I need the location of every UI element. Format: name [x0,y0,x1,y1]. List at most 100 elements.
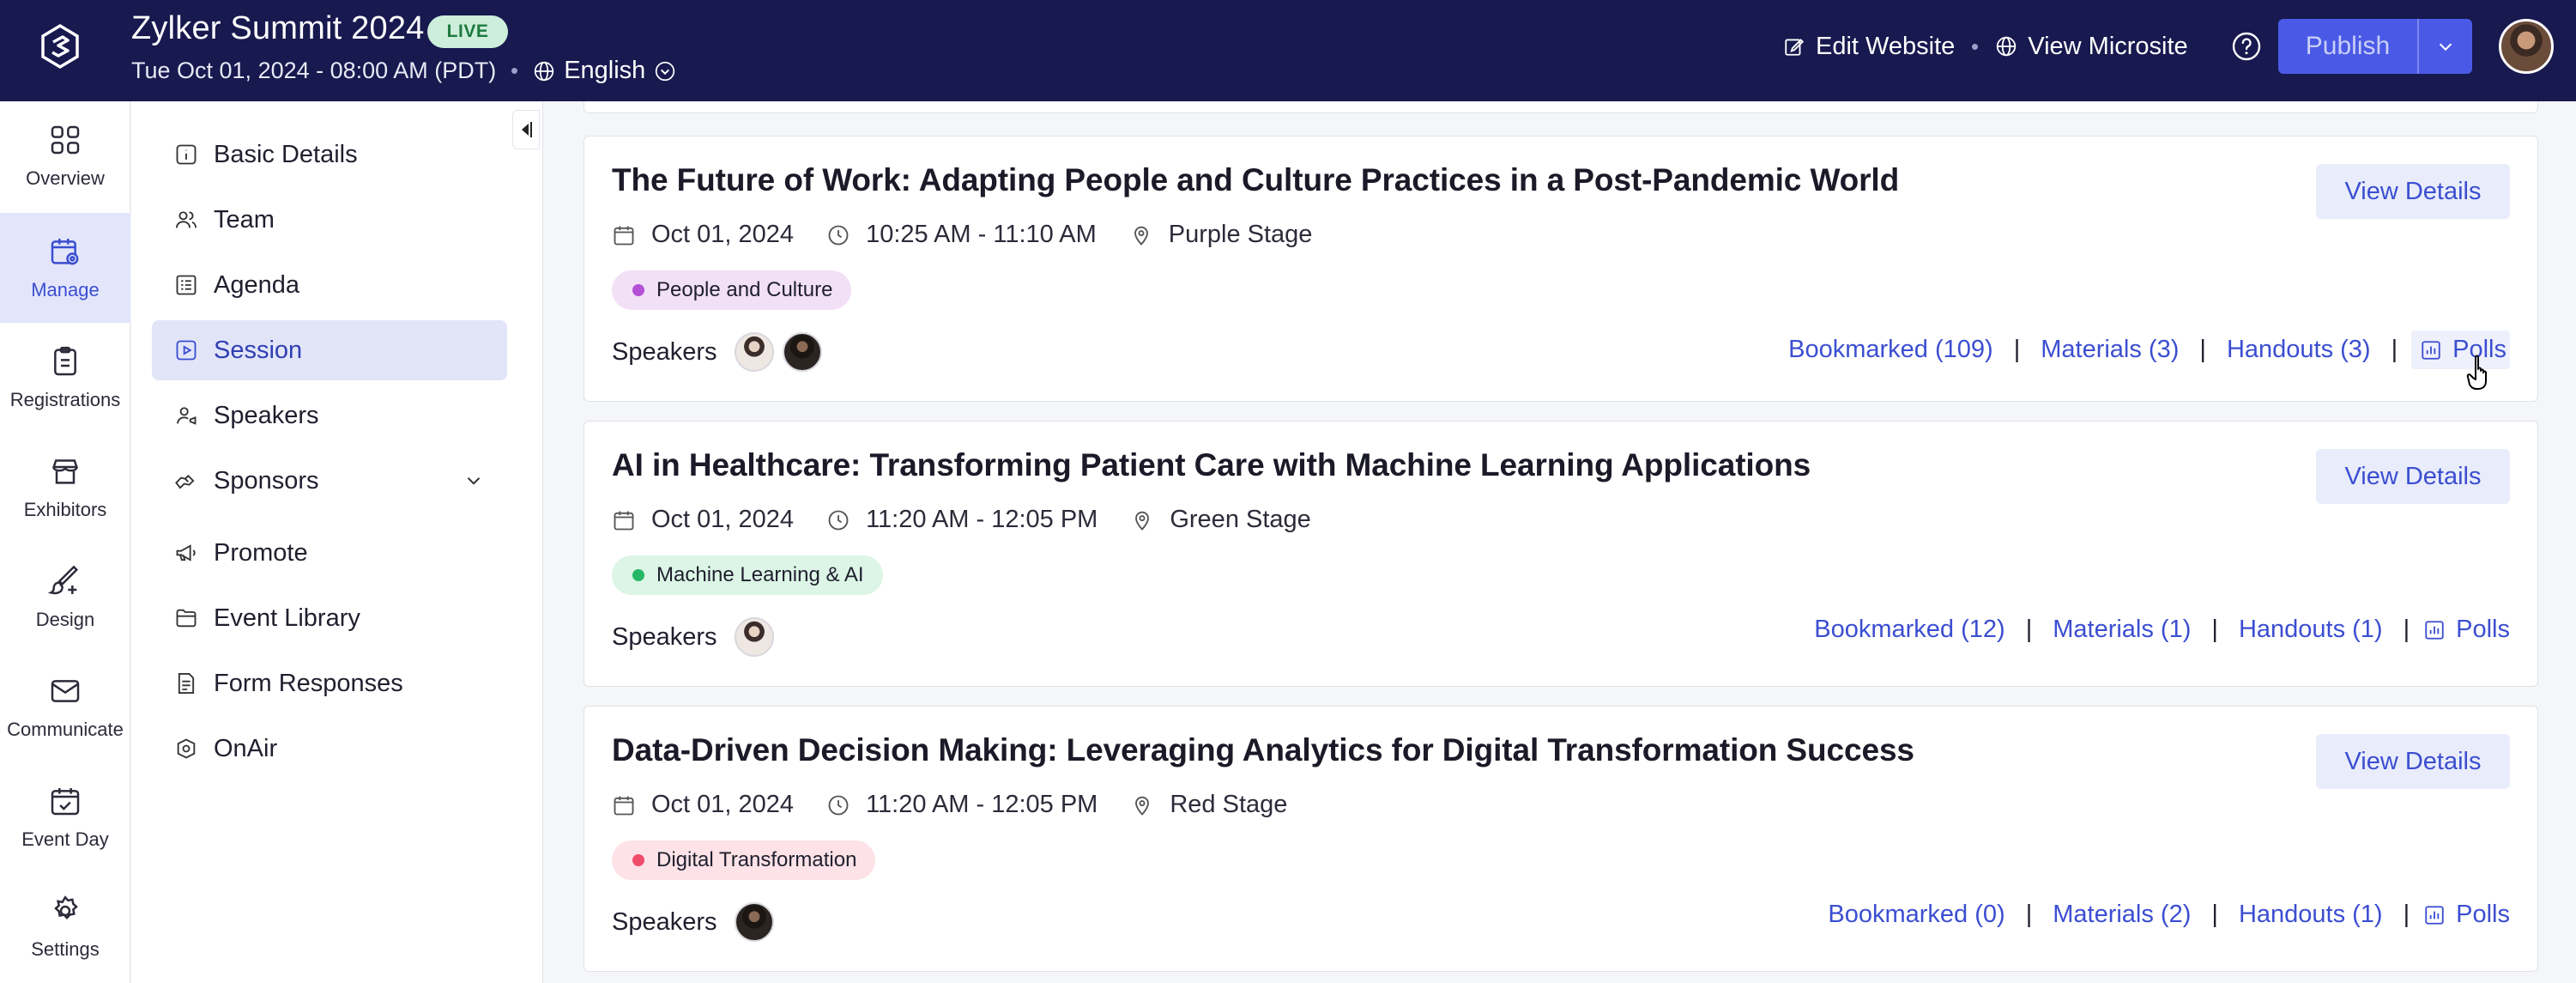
session-stage: Purple Stage [1129,221,1313,249]
rail-item-registrations[interactable]: Registrations [0,323,130,433]
nav-item-agenda[interactable]: Agenda [152,255,507,315]
primary-icon-rail: Overview Manage Registrations Exhibitors… [0,101,130,983]
calendar-icon [614,796,634,815]
onair-icon [177,738,196,759]
calendar-gear-icon [51,239,79,265]
rail-item-design[interactable]: Design [0,543,130,652]
megaphone-icon [176,544,196,561]
location-pin-icon [1135,511,1150,531]
collapse-sidebar-button[interactable] [512,110,540,149]
session-time: 11:20 AM - 12:05 PM [826,506,1098,534]
rail-item-settings[interactable]: Settings [0,872,130,982]
nav-label: OnAir [214,734,278,762]
session-meta: Oct 01, 2024 10:25 AM - 11:10 AM Purple … [612,221,1345,249]
tag-dot [632,569,644,581]
bookmarked-link[interactable]: Bookmarked (109) [1788,336,1993,364]
bookmarked-link[interactable]: Bookmarked (12) [1814,616,2005,644]
nav-label: Promote [214,538,308,567]
rail-item-event-day[interactable]: Event Day [0,762,130,872]
nav-item-speakers[interactable]: Speakers [152,385,507,446]
publish-button[interactable]: Publish [2278,19,2417,74]
view-details-button[interactable]: View Details [2316,734,2510,789]
view-microsite-link[interactable]: View Microsite [1995,33,2188,61]
language-selector[interactable]: English [533,57,676,85]
help-icon[interactable] [2231,31,2262,62]
calendar-check-icon [51,788,80,816]
materials-link[interactable]: Materials (1) [2053,616,2191,644]
bar-chart-icon [2422,340,2440,360]
stat-separator: | [2211,616,2218,643]
stage-text: Green Stage [1170,506,1311,533]
polls-label: Polls [2456,901,2510,928]
nav-item-basic-details[interactable]: Basic Details [152,124,507,185]
speaker-avatar[interactable] [782,332,822,372]
stat-separator: | [2199,336,2206,363]
tag-dot [632,854,644,866]
rail-label: Manage [31,279,100,300]
chevron-down-icon[interactable] [463,470,485,492]
nav-item-team[interactable]: Team [152,190,507,250]
speaker-avatar[interactable] [734,332,774,372]
stage-text: Red Stage [1170,791,1288,818]
calendar-icon [614,511,634,530]
materials-link[interactable]: Materials (3) [2041,336,2179,364]
time-text: 10:25 AM - 11:10 AM [866,221,1097,248]
tag-label: Digital Transformation [656,848,857,871]
rail-item-communicate[interactable]: Communicate [0,652,130,762]
nav-label: Sponsors [214,466,319,495]
event-subheader: Tue Oct 01, 2024 - 08:00 AM (PDT) Englis… [131,57,676,85]
edit-website-link[interactable]: Edit Website [1783,33,1955,61]
session-time: 10:25 AM - 11:10 AM [826,221,1097,249]
rail-label: Event Day [21,828,109,850]
gear-icon [54,895,78,920]
bookmarked-link[interactable]: Bookmarked (0) [1828,901,2005,929]
hand-cursor-icon [2466,355,2487,390]
tag-dot [632,284,644,296]
rail-item-overview[interactable]: Overview [0,101,130,211]
session-date: Oct 01, 2024 [612,506,794,534]
handouts-link[interactable]: Handouts (1) [2239,901,2383,929]
session-title[interactable]: The Future of Work: Adapting People and … [612,162,1899,198]
header-actions: Edit Website View Microsite [1783,19,2262,74]
chevron-down-circle-icon [656,61,675,81]
date-text: Oct 01, 2024 [651,221,795,248]
bar-chart-icon [2425,905,2444,925]
nav-item-session[interactable]: Session [152,320,507,380]
form-icon [178,672,195,695]
view-details-button[interactable]: View Details [2316,449,2510,504]
globe-icon [535,61,554,81]
session-title[interactable]: AI in Healthcare: Transforming Patient C… [612,447,1811,483]
nav-item-onair[interactable]: OnAir [152,719,507,779]
session-title[interactable]: Data-Driven Decision Making: Leveraging … [612,732,1914,768]
team-icon [175,211,197,228]
speaker-avatar[interactable] [734,617,774,657]
nav-item-event-library[interactable]: Event Library [152,588,507,648]
materials-link[interactable]: Materials (2) [2053,901,2191,929]
rail-label: Overview [26,167,105,189]
polls-link[interactable]: Polls [2423,901,2510,929]
calendar-icon [614,226,634,245]
handouts-link[interactable]: Handouts (3) [2227,336,2371,364]
nav-item-sponsors[interactable]: Sponsors [152,451,507,511]
view-details-button[interactable]: View Details [2316,164,2510,219]
sponsor-icon [175,474,195,489]
stage-text: Purple Stage [1168,221,1313,248]
user-avatar[interactable] [2499,19,2554,74]
handouts-link[interactable]: Handouts (1) [2239,616,2383,644]
nav-item-promote[interactable]: Promote [152,523,507,583]
app-logo-icon[interactable] [34,21,86,72]
speaker-avatar[interactable] [734,902,774,942]
edit-website-label: Edit Website [1816,32,1956,60]
publish-dropdown-button[interactable] [2419,19,2472,74]
nav-item-form-responses[interactable]: Form Responses [152,653,507,713]
speakers-label: Speakers [612,337,717,366]
rail-item-manage[interactable]: Manage [0,213,130,323]
session-date: Oct 01, 2024 [612,221,794,249]
rail-label: Settings [31,938,100,960]
stat-separator: | [2391,336,2398,363]
nav-label: Basic Details [214,140,358,168]
clipboard-icon [54,346,76,376]
polls-link[interactable]: Polls [2423,616,2510,644]
rail-item-exhibitors[interactable]: Exhibitors [0,433,130,543]
bar-chart-icon [2425,620,2444,640]
